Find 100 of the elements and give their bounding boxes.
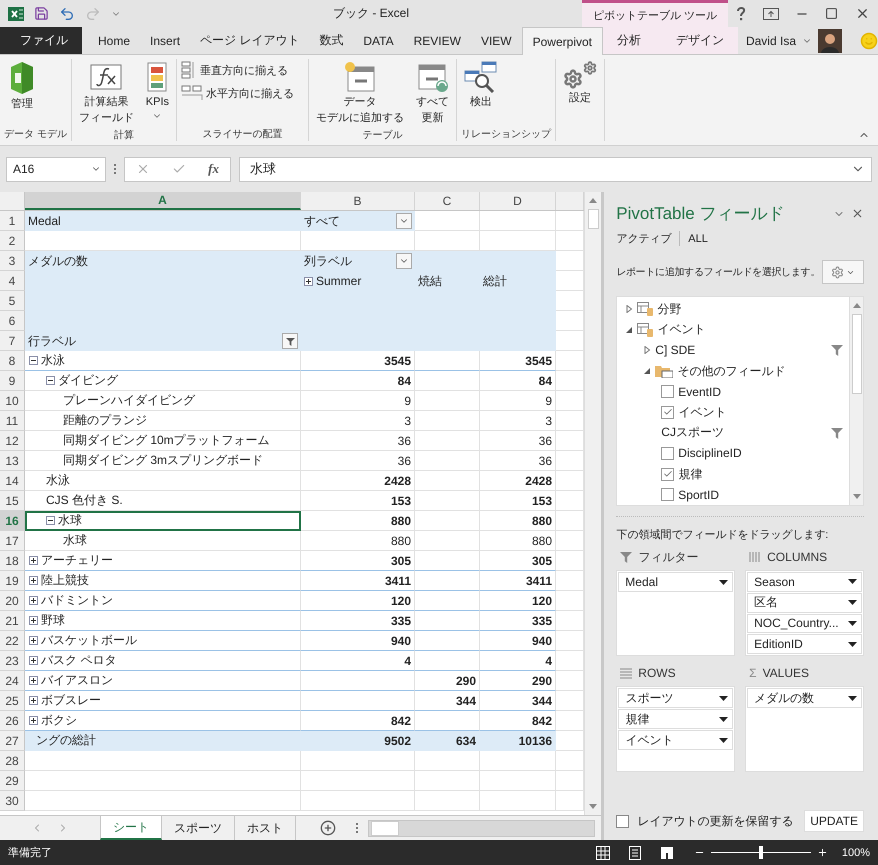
- table-cell[interactable]: バドミントン: [25, 591, 301, 611]
- area-field[interactable]: メダルの数: [747, 688, 862, 708]
- table-cell[interactable]: 水泳: [25, 471, 301, 491]
- expand-icon: [29, 716, 38, 725]
- refresh-all-button[interactable]: すべて 更新: [413, 59, 452, 128]
- table-cell[interactable]: ボクシ: [25, 711, 301, 731]
- file-tab[interactable]: ファイル: [0, 27, 82, 54]
- kpis-button[interactable]: KPIs: [142, 59, 172, 124]
- table-cell[interactable]: バスケットボール: [25, 631, 301, 651]
- value-text: 120: [532, 594, 552, 608]
- value-text: 290: [456, 674, 476, 688]
- area-field[interactable]: Season: [747, 572, 862, 592]
- drop-area[interactable]: Medal: [616, 570, 736, 656]
- align-horizontal-button[interactable]: 水平方向に揃える: [181, 85, 294, 101]
- update-button[interactable]: UPDATE: [804, 810, 864, 832]
- field-checkbox[interactable]: [661, 385, 674, 398]
- undo-icon[interactable]: [59, 6, 75, 22]
- area-field[interactable]: NOC_Country...: [747, 614, 862, 634]
- field-name[interactable]: 規律: [678, 466, 702, 483]
- field-name[interactable]: その他のフィールド: [677, 362, 786, 380]
- ribbon-tab[interactable]: Insert: [140, 27, 190, 54]
- scrollbar-thumb[interactable]: [852, 314, 862, 394]
- field-checkbox[interactable]: [661, 406, 674, 419]
- filter-dropdown-button[interactable]: [396, 213, 412, 229]
- name-box[interactable]: A16: [6, 156, 106, 182]
- field-name[interactable]: イベント: [657, 321, 706, 338]
- ribbon-tab[interactable]: REVIEW: [404, 27, 471, 54]
- column-header[interactable]: C: [415, 192, 480, 210]
- add-to-data-model-button[interactable]: データ モデルに追加する: [313, 59, 408, 128]
- field-name[interactable]: CJスポーツ: [661, 424, 724, 442]
- ribbon-tab[interactable]: DATA: [353, 27, 404, 54]
- table-cell[interactable]: ボブスレー: [25, 691, 301, 711]
- drop-area[interactable]: Season 区名 NOC_Country... EditionID: [745, 570, 864, 656]
- area-field[interactable]: スポーツ: [618, 688, 734, 708]
- table-cell[interactable]: 陸上競技: [25, 571, 301, 591]
- column-header[interactable]: D: [480, 192, 556, 210]
- insert-function-button[interactable]: fx: [208, 161, 219, 177]
- value-text: 4: [404, 654, 411, 668]
- area-field[interactable]: Medal: [618, 572, 734, 592]
- table-cell[interactable]: 水球: [25, 531, 301, 551]
- field-name[interactable]: イベント: [678, 404, 726, 421]
- linked-table-icon: [344, 61, 376, 93]
- area-field[interactable]: 規律: [618, 709, 734, 729]
- manage-button[interactable]: 管理: [4, 59, 40, 114]
- area-field[interactable]: イベント: [618, 730, 734, 750]
- scrollbar-thumb[interactable]: [588, 209, 599, 229]
- drop-area[interactable]: メダルの数: [745, 686, 864, 772]
- value-text: 3: [545, 414, 552, 428]
- area-field[interactable]: 区名: [747, 592, 862, 612]
- field-name[interactable]: SportID: [678, 488, 719, 502]
- formula-field[interactable]: 水球: [239, 156, 872, 182]
- ribbon-tab[interactable]: デザイン: [666, 27, 734, 54]
- align-vertical-button[interactable]: 垂直方向に揃える: [181, 61, 294, 79]
- detect-button[interactable]: 検出: [461, 59, 502, 112]
- column-header[interactable]: A: [25, 192, 301, 210]
- tools-button[interactable]: [822, 260, 864, 284]
- maximize-icon[interactable]: [825, 7, 838, 20]
- user-name[interactable]: David Isa: [746, 34, 796, 48]
- table-cell[interactable]: CJS 色付き S.: [25, 491, 301, 511]
- horizontal-scrollbar[interactable]: [368, 820, 596, 837]
- field-checkbox[interactable]: [661, 488, 674, 502]
- table-cell[interactable]: 水球: [25, 511, 301, 531]
- table-cell[interactable]: アーチェリー: [25, 551, 301, 571]
- close-icon[interactable]: [851, 207, 864, 220]
- table-cell[interactable]: 距離のプランジ: [25, 411, 301, 431]
- table-cell[interactable]: ダイビング: [25, 371, 301, 391]
- ribbon-tab[interactable]: VIEW: [470, 27, 522, 54]
- field-name[interactable]: DisciplineID: [678, 446, 742, 460]
- sheet-tab[interactable]: シート: [100, 816, 162, 840]
- ribbon-tab[interactable]: Powerpivot: [522, 27, 603, 55]
- zoom-in-icon[interactable]: [816, 847, 828, 858]
- field-name[interactable]: 分野: [657, 300, 682, 318]
- row-filter-button[interactable]: [282, 333, 298, 349]
- table-cell[interactable]: プレーンハイダイビング: [25, 391, 301, 411]
- ribbon-tab[interactable]: 数式: [309, 27, 354, 54]
- zoom-level[interactable]: 100%: [842, 846, 870, 858]
- pane-tab[interactable]: ALL: [680, 232, 716, 244]
- area-field[interactable]: EditionID: [747, 634, 862, 654]
- spreadsheet-app-icon: [8, 6, 24, 22]
- table-cell[interactable]: 同期ダイビング 3mスプリングボード: [25, 451, 301, 471]
- table-cell[interactable]: バイアスロン: [25, 671, 301, 691]
- save-icon[interactable]: [34, 6, 49, 21]
- ribbon-tab[interactable]: ページ レイアウト: [190, 27, 310, 54]
- field-name[interactable]: EventID: [678, 384, 721, 399]
- ribbon-tab[interactable]: Home: [88, 27, 140, 54]
- table-cell[interactable]: 同期ダイビング 10mプラットフォーム: [25, 431, 301, 451]
- table-cell[interactable]: バスク ペロタ: [25, 651, 301, 671]
- settings-button[interactable]: 設定: [560, 59, 600, 108]
- table-cell[interactable]: 野球: [25, 611, 301, 631]
- ribbon-tab[interactable]: 分析: [607, 27, 651, 54]
- field-checkbox[interactable]: [661, 446, 674, 460]
- column-header[interactable]: B: [301, 192, 415, 210]
- field-name[interactable]: C] SDE: [655, 343, 696, 358]
- drop-area[interactable]: スポーツ 規律 イベント: [616, 686, 736, 772]
- defer-checkbox[interactable]: [616, 814, 630, 828]
- field-checkbox[interactable]: [661, 468, 674, 481]
- table-cell[interactable]: 水泳: [25, 351, 301, 371]
- filter-dropdown-button[interactable]: [396, 253, 412, 269]
- calculated-field-button[interactable]: 計算結果 フィールド: [76, 59, 137, 128]
- pane-tab[interactable]: アクティブ: [616, 231, 680, 246]
